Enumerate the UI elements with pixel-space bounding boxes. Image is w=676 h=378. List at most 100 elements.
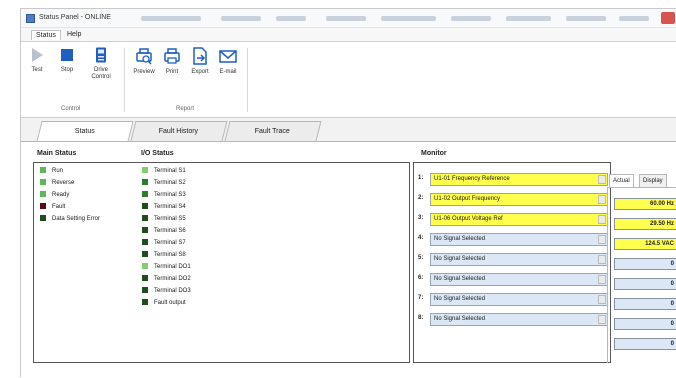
chevron-down-icon[interactable]: [598, 275, 606, 284]
monitor-select-value: No Signal Selected: [434, 276, 486, 282]
io-fault-output: Fault output: [142, 299, 186, 308]
control-group-label: Control: [61, 106, 81, 112]
chevron-down-icon[interactable]: [598, 235, 606, 244]
close-window-button[interactable]: [661, 12, 675, 24]
io-label: Terminal S3: [154, 192, 186, 198]
stop-icon: [61, 49, 73, 61]
main-status-label: Run: [52, 168, 64, 174]
main-status-run: Run: [40, 167, 63, 176]
report-group-label: Report: [176, 106, 195, 112]
monitor-panel: 1: U1-01 Frequency Reference 2: U1-02 Outp…: [413, 162, 611, 363]
export-button-label: Export: [191, 69, 209, 75]
monitor-select-6[interactable]: No Signal Selected: [430, 273, 608, 286]
title-bar-item: [326, 16, 366, 21]
monitor-row-number: 7:: [418, 295, 424, 301]
io-label: Terminal DO1: [154, 264, 191, 270]
monitor-select-value: U1-02 Output Frequency: [434, 196, 501, 202]
status-indicator: [40, 179, 46, 185]
tab-actual[interactable]: Actual: [609, 174, 634, 187]
menu-bar: Status Help: [21, 28, 676, 41]
chevron-down-icon[interactable]: [598, 315, 606, 324]
monitor-row-number: 2:: [418, 195, 424, 201]
title-bar-item: [451, 16, 491, 21]
monitor-select-4[interactable]: No Signal Selected: [430, 233, 608, 246]
io-indicator: [142, 191, 148, 197]
preview-button[interactable]: Preview: [131, 47, 157, 76]
chevron-down-icon[interactable]: [598, 295, 606, 304]
io-terminal-s4: Terminal S4: [142, 203, 186, 212]
monitor-select-value: No Signal Selected: [434, 256, 486, 262]
preview-button-label: Preview: [133, 69, 155, 75]
monitor-select-8[interactable]: No Signal Selected: [430, 313, 608, 326]
actual-value-4: 0: [614, 258, 676, 270]
io-label: Terminal S1: [154, 168, 186, 174]
menu-status[interactable]: Status: [31, 30, 61, 40]
ribbon-toolbar: Test Stop Drive Control Preview Print Ex…: [21, 41, 676, 118]
title-bar: Status Panel - ONLINE: [21, 9, 676, 28]
title-bar-item: [381, 16, 436, 21]
stop-button-label: Stop: [60, 67, 74, 73]
status-tab-content: Main Status I/O Status Monitor Run Rever…: [21, 141, 676, 378]
monitor-select-2[interactable]: U1-02 Output Frequency: [430, 193, 608, 206]
status-indicator: [40, 167, 46, 173]
menu-help[interactable]: Help: [63, 30, 85, 39]
test-button-label: Test: [31, 67, 43, 73]
io-label: Terminal DO2: [154, 276, 191, 282]
chevron-down-icon[interactable]: [598, 175, 606, 184]
print-button[interactable]: Print: [159, 47, 185, 76]
status-indicator: [40, 203, 46, 209]
export-icon: [193, 47, 207, 65]
monitor-row-number: 4:: [418, 235, 424, 241]
chevron-down-icon[interactable]: [598, 255, 606, 264]
window-title: Status Panel - ONLINE: [39, 14, 111, 21]
main-status-label: Fault: [52, 204, 66, 210]
io-terminal-s1: Terminal S1: [142, 167, 186, 176]
monitor-row-number: 3:: [418, 215, 424, 221]
ribbon-separator: [247, 48, 248, 112]
monitor-select-value: No Signal Selected: [434, 236, 486, 242]
actual-value-1: 60.00 Hz: [614, 198, 676, 210]
status-panel: Run Reverse Ready Fault Data Setting Err…: [33, 162, 410, 363]
ribbon-separator: [124, 48, 125, 112]
monitor-select-1[interactable]: U1-01 Frequency Reference: [430, 173, 608, 186]
tab-status-label: Status: [74, 128, 95, 135]
io-indicator: [142, 179, 148, 185]
monitor-select-value: No Signal Selected: [434, 316, 486, 322]
email-icon: [219, 50, 237, 63]
main-status-label: Reverse: [52, 180, 75, 186]
io-indicator: [142, 275, 148, 281]
io-label: Terminal S2: [154, 180, 186, 186]
test-button[interactable]: Test: [27, 47, 47, 74]
tab-fault-history[interactable]: Fault History: [130, 121, 228, 141]
preview-icon: [136, 48, 152, 65]
monitor-select-value: No Signal Selected: [434, 296, 486, 302]
io-label: Terminal S8: [154, 252, 186, 258]
title-bar-item: [221, 16, 261, 21]
io-label: Terminal S6: [154, 228, 186, 234]
drive-control-button-label: Drive Control: [91, 67, 111, 80]
io-indicator: [142, 239, 148, 245]
actual-value-2: 29.50 Hz: [614, 218, 676, 230]
monitor-select-5[interactable]: No Signal Selected: [430, 253, 608, 266]
io-indicator: [142, 287, 148, 293]
io-indicator: [142, 251, 148, 257]
actual-value-5: 0: [614, 278, 676, 290]
io-terminal-do1: Terminal DO1: [142, 263, 191, 272]
email-button[interactable]: E-mail: [215, 47, 241, 76]
chevron-down-icon[interactable]: [598, 195, 606, 204]
drive-control-button[interactable]: Drive Control: [87, 47, 115, 81]
title-bar-item: [506, 16, 551, 21]
export-button[interactable]: Export: [187, 47, 213, 76]
actual-values-list: 60.00 Hz 29.50 Hz 124.5 VAC 0 0 0 0 0: [607, 187, 676, 363]
tab-status[interactable]: Status: [36, 121, 134, 142]
monitor-select-3[interactable]: U1-06 Output Voltage Ref: [430, 213, 608, 226]
io-indicator: [142, 299, 148, 305]
stop-button[interactable]: Stop: [57, 47, 77, 74]
main-status-reverse: Reverse: [40, 179, 74, 188]
monitor-select-7[interactable]: No Signal Selected: [430, 293, 608, 306]
monitor-row-number: 8:: [418, 315, 424, 321]
tab-fault-trace-label: Fault Trace: [255, 128, 291, 135]
tab-fault-trace[interactable]: Fault Trace: [224, 121, 322, 141]
chevron-down-icon[interactable]: [598, 215, 606, 224]
tab-display[interactable]: Display: [639, 174, 667, 187]
